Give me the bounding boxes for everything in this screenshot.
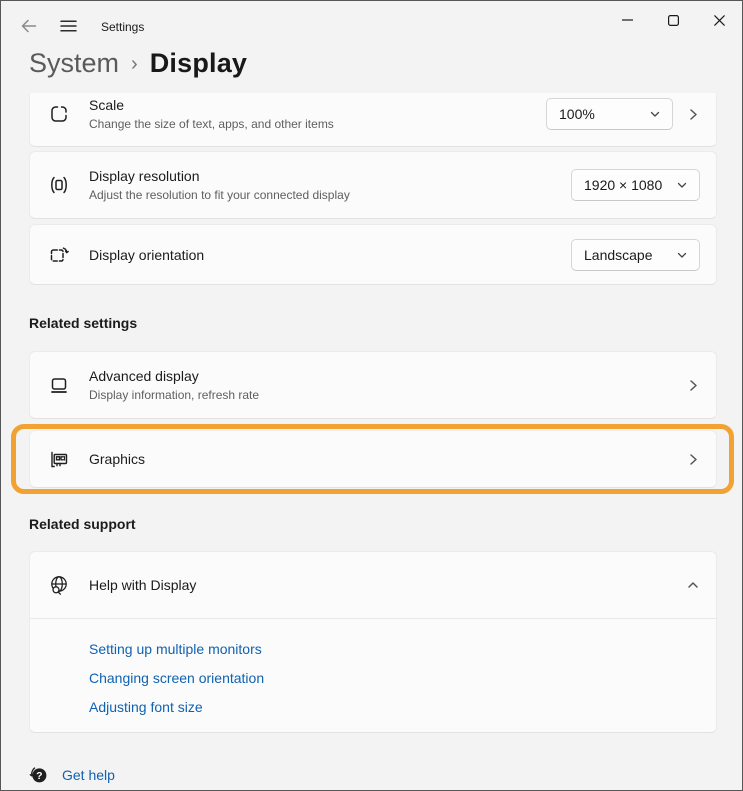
advanced-display-title: Advanced display — [89, 367, 673, 385]
scale-subtitle: Change the size of text, apps, and other… — [89, 117, 546, 132]
page-title: Display — [150, 48, 247, 79]
help-link-screen-orientation[interactable]: Changing screen orientation — [89, 668, 264, 688]
settings-scroll-area[interactable]: Scale Change the size of text, apps, and… — [1, 93, 742, 756]
breadcrumb: System › Display — [29, 48, 247, 79]
graphics-highlight-wrap: Graphics — [29, 430, 717, 488]
maximize-button[interactable] — [650, 1, 696, 39]
hamburger-icon — [60, 19, 77, 33]
breadcrumb-system[interactable]: System — [29, 48, 119, 79]
help-expander-header[interactable]: Help with Display — [30, 552, 716, 618]
breadcrumb-separator: › — [131, 51, 138, 76]
help-expander-title: Help with Display — [89, 576, 673, 594]
display-orientation-value: Landscape — [584, 247, 653, 263]
display-resolution-title: Display resolution — [89, 167, 571, 185]
scale-dropdown-value: 100% — [559, 106, 595, 122]
chevron-down-icon — [676, 249, 688, 261]
help-link-font-size[interactable]: Adjusting font size — [89, 697, 203, 717]
help-links-section: Setting up multiple monitors Changing sc… — [30, 619, 716, 732]
minimize-button[interactable] — [604, 1, 650, 39]
back-arrow-icon — [20, 18, 37, 34]
app-title: Settings — [101, 20, 144, 34]
graphics-title: Graphics — [89, 450, 673, 468]
scale-title: Scale — [89, 96, 546, 114]
scale-row[interactable]: Scale Change the size of text, apps, and… — [29, 93, 717, 147]
back-button[interactable] — [11, 13, 45, 39]
svg-text:?: ? — [36, 770, 42, 782]
advanced-display-icon — [48, 374, 70, 396]
help-globe-icon — [48, 574, 70, 596]
scale-dropdown[interactable]: 100% — [546, 98, 673, 130]
get-help-icon: ? — [28, 764, 49, 785]
chevron-right-icon — [686, 378, 700, 393]
graphics-row[interactable]: Graphics — [29, 430, 717, 488]
close-button[interactable] — [696, 1, 742, 39]
display-orientation-icon — [48, 244, 70, 266]
display-orientation-dropdown[interactable]: Landscape — [571, 239, 700, 271]
display-resolution-row: Display resolution Adjust the resolution… — [29, 151, 717, 219]
help-expander-card: Help with Display Setting up multiple mo… — [29, 551, 717, 733]
display-resolution-dropdown[interactable]: 1920 × 1080 — [571, 169, 700, 201]
graphics-icon — [48, 448, 70, 470]
display-resolution-subtitle: Adjust the resolution to fit your connec… — [89, 188, 571, 203]
maximize-icon — [668, 15, 679, 26]
help-link-multiple-monitors[interactable]: Setting up multiple monitors — [89, 639, 262, 659]
advanced-display-subtitle: Display information, refresh rate — [89, 388, 673, 403]
minimize-icon — [622, 19, 633, 21]
close-icon — [714, 15, 725, 26]
chevron-down-icon — [649, 108, 661, 120]
window-controls — [604, 1, 742, 39]
settings-window: { "titlebar": { "app_title": "Settings" … — [0, 0, 743, 791]
display-resolution-icon — [48, 174, 70, 196]
chevron-right-icon — [686, 107, 700, 122]
related-settings-header: Related settings — [29, 313, 717, 333]
footer: ? Get help — [28, 764, 115, 785]
advanced-display-row[interactable]: Advanced display Display information, re… — [29, 351, 717, 419]
get-help-link[interactable]: Get help — [62, 767, 115, 783]
chevron-up-icon — [686, 578, 700, 592]
display-resolution-value: 1920 × 1080 — [584, 177, 662, 193]
scale-icon — [48, 103, 70, 125]
display-orientation-title: Display orientation — [89, 246, 571, 264]
titlebar: Settings — [1, 1, 742, 49]
chevron-down-icon — [676, 179, 688, 191]
hamburger-menu-button[interactable] — [51, 13, 85, 39]
related-support-header: Related support — [29, 514, 717, 534]
display-orientation-row: Display orientation Landscape — [29, 224, 717, 285]
chevron-right-icon — [686, 452, 700, 467]
